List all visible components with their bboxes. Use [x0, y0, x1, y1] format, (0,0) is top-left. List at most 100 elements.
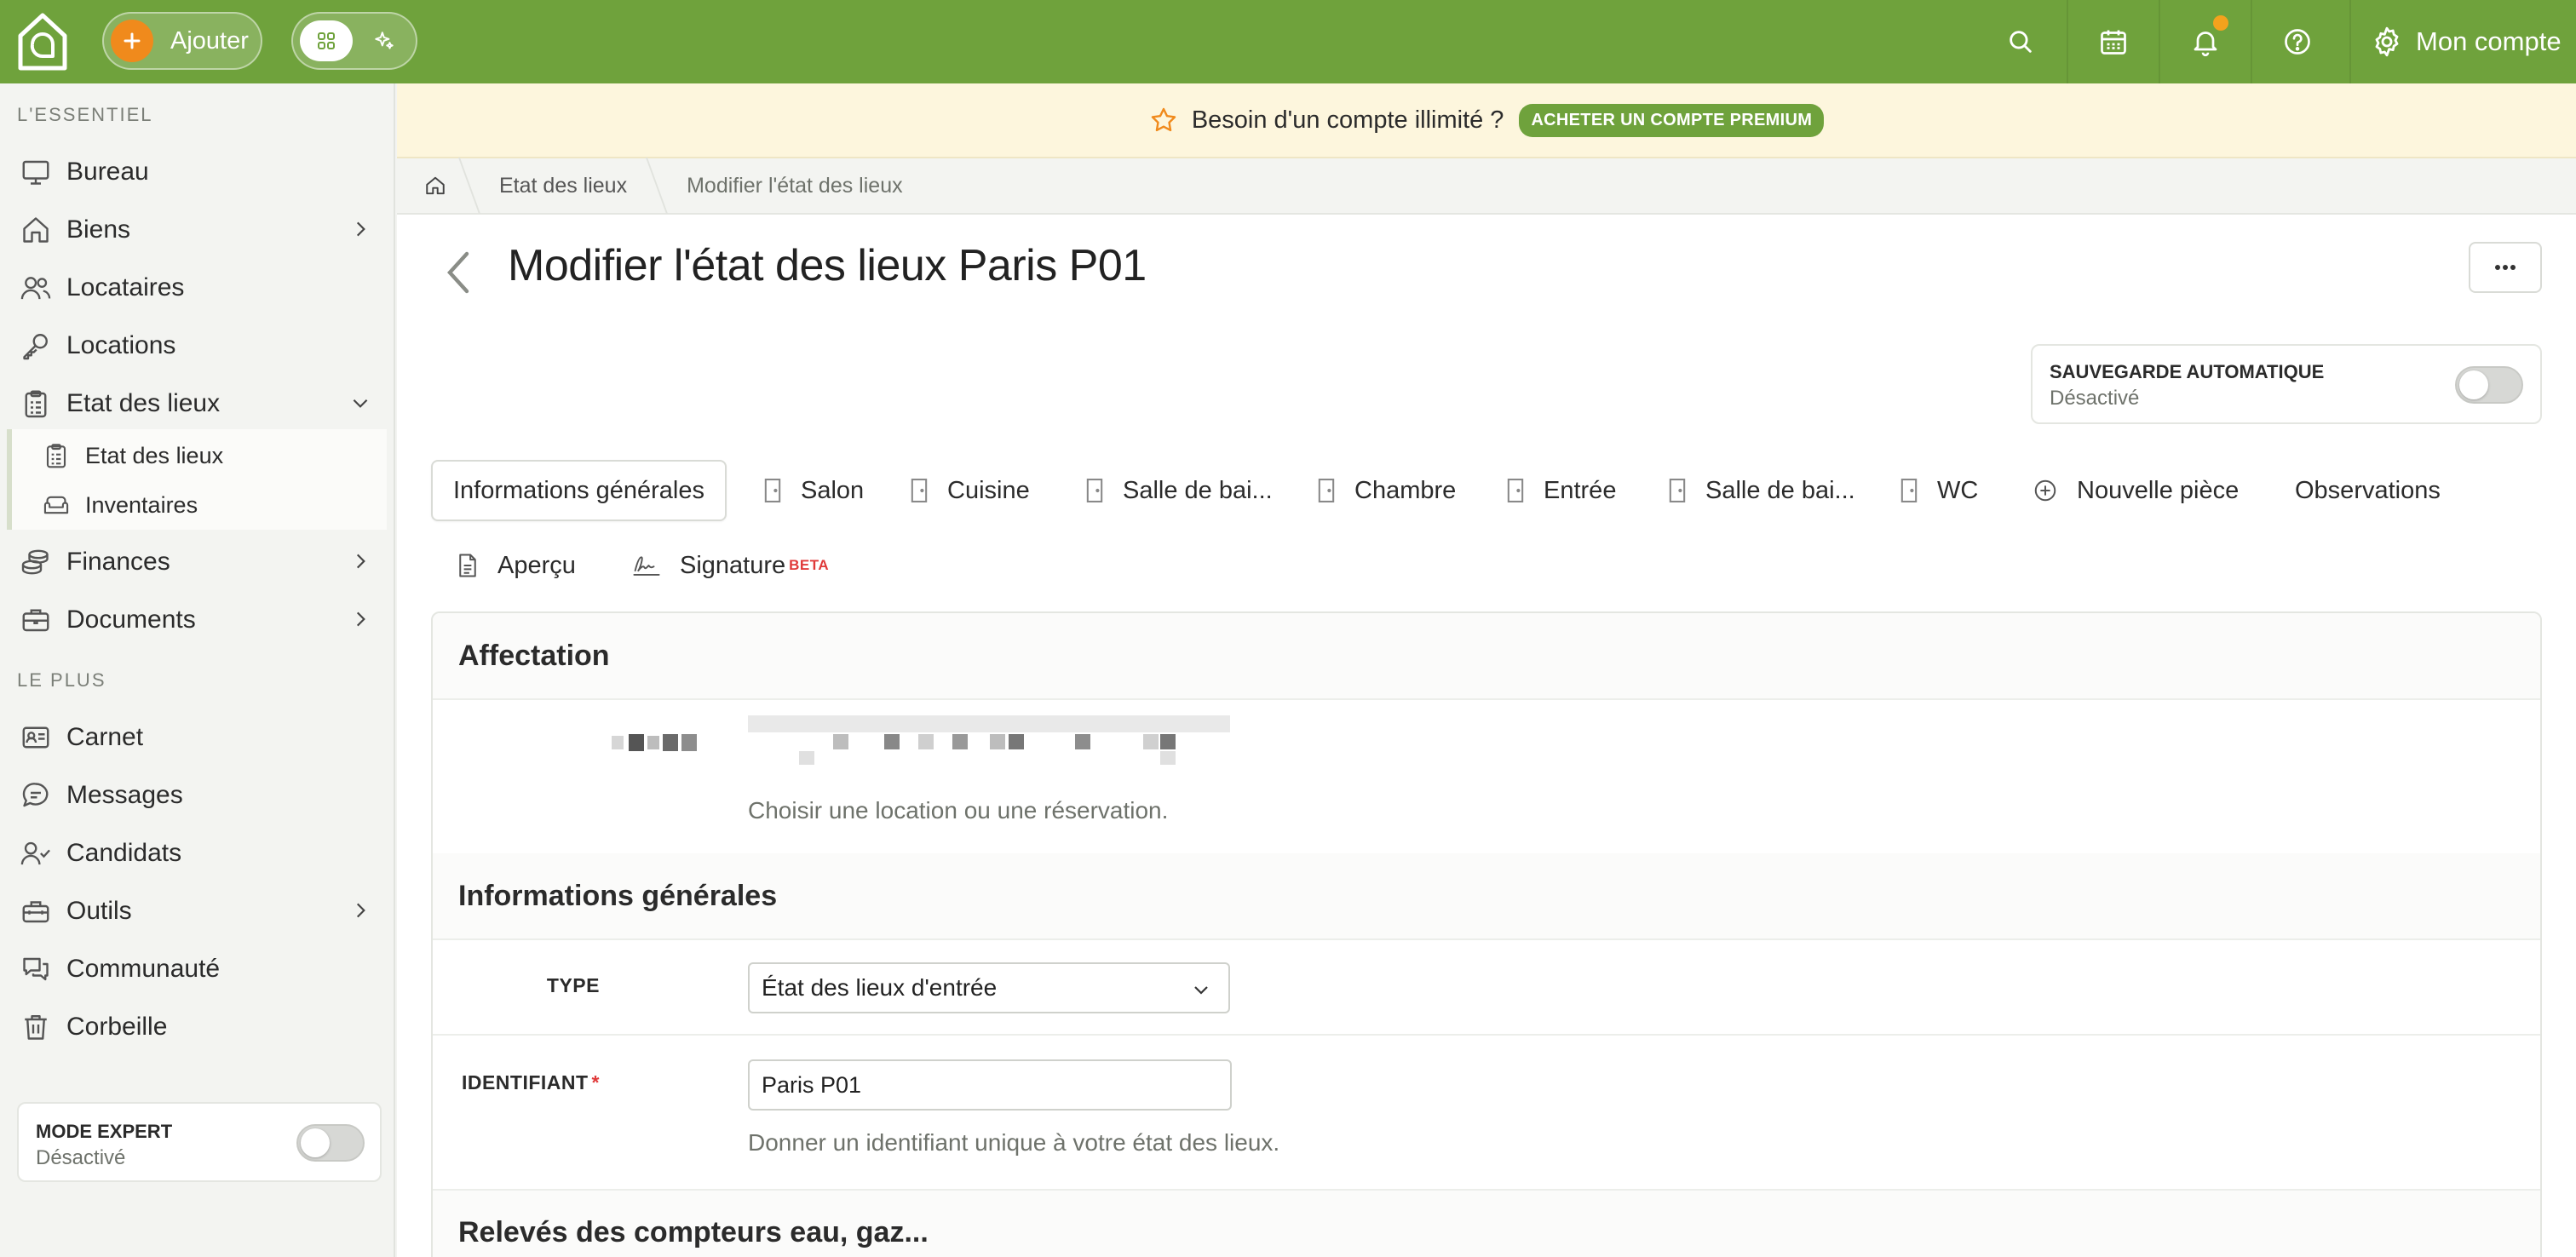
- signature-icon: [632, 553, 661, 578]
- identifiant-label: IDENTIFIANT *: [462, 1071, 600, 1094]
- door-icon: [1668, 478, 1687, 503]
- sidebar-item-label: Locataires: [66, 273, 185, 301]
- door-icon: [1317, 478, 1336, 503]
- beta-badge: BETA: [789, 557, 830, 573]
- premium-banner: Besoin d'un compte illimité ? ACHETER UN…: [397, 83, 2576, 158]
- sidebar-item-label: Biens: [66, 215, 131, 244]
- tab-label: Cuisine: [947, 476, 1030, 504]
- tab-apercu[interactable]: Aperçu: [457, 535, 576, 596]
- briefcase-icon: [19, 603, 53, 637]
- chevron-down-icon: [349, 392, 371, 414]
- breadcrumb: Etat des lieux Modifier l'état des lieux: [397, 158, 2576, 215]
- key-icon: [19, 329, 53, 363]
- contact-card-icon: [19, 720, 53, 755]
- sidebar-subitem-label: Etat des lieux: [85, 442, 224, 468]
- tab-label: Salle de bai...: [1705, 476, 1855, 504]
- search-icon[interactable]: [1975, 0, 2067, 83]
- home-icon: [424, 175, 446, 197]
- bell-icon[interactable]: [2159, 0, 2251, 83]
- more-options-button[interactable]: [2469, 242, 2542, 293]
- sidebar-item-communaute[interactable]: Communauté: [0, 942, 394, 996]
- calendar-icon[interactable]: [2067, 0, 2159, 83]
- tab-signature[interactable]: Signature BETA: [632, 535, 829, 596]
- tab-label: Signature: [680, 551, 786, 579]
- sidebar-subitem-inventaires[interactable]: Inventaires: [12, 480, 387, 530]
- breadcrumb-item-current: Modifier l'état des lieux: [687, 173, 903, 198]
- breadcrumb-home[interactable]: [397, 158, 469, 214]
- sidebar-item-messages[interactable]: Messages: [0, 768, 394, 823]
- sidebar-subitem-etat-des-lieux[interactable]: Etat des lieux: [12, 431, 387, 480]
- sidebar-item-label: Communauté: [66, 955, 221, 983]
- chevron-down-icon: [1191, 979, 1211, 1000]
- chats-icon: [19, 952, 53, 986]
- identifiant-label-text: IDENTIFIANT: [461, 1071, 589, 1093]
- back-arrow-icon[interactable]: [441, 249, 475, 296]
- autosave-title: SAUVEGARDE AUTOMATIQUE: [2050, 361, 2325, 382]
- tab-label: Aperçu: [497, 551, 576, 579]
- sidebar-item-bureau[interactable]: Bureau: [0, 145, 394, 199]
- home-logo-icon[interactable]: [15, 10, 70, 73]
- sidebar-item-label: Etat des lieux: [66, 389, 221, 417]
- coins-icon: [19, 545, 53, 579]
- type-label: TYPE: [546, 974, 600, 996]
- section-title-affectation: Affectation: [433, 613, 2540, 700]
- tab-entree[interactable]: Entrée: [1506, 460, 1616, 521]
- tab-wc[interactable]: WC: [1900, 460, 1978, 521]
- tab-chambre[interactable]: Chambre: [1317, 460, 1456, 521]
- notification-dot: [2213, 15, 2228, 31]
- door-icon: [1900, 478, 1918, 503]
- banner-text: Besoin d'un compte illimité ?: [1191, 106, 1504, 134]
- affectation-help: Choisir une location ou une réservation.: [748, 797, 1169, 824]
- tab-salle-de-bain-1[interactable]: Salle de bai...: [1085, 460, 1273, 521]
- section-title-releves-compteurs: Relevés des compteurs eau, gaz...: [433, 1189, 2540, 1257]
- gear-icon: [2351, 25, 2416, 59]
- expert-mode-toggle[interactable]: [296, 1124, 365, 1162]
- chevron-right-icon: [349, 899, 371, 921]
- required-asterisk: *: [591, 1071, 600, 1093]
- door-icon: [763, 478, 782, 503]
- top-bar: Ajouter Mon compte: [0, 0, 2576, 83]
- sidebar-item-carnet[interactable]: Carnet: [0, 710, 394, 765]
- sidebar-item-etat-des-lieux[interactable]: Etat des lieux: [0, 376, 394, 431]
- sidebar: L'ESSENTIEL Bureau Biens Locataires Loca…: [0, 83, 395, 1257]
- tab-cuisine[interactable]: Cuisine: [910, 460, 1030, 521]
- sidebar-item-outils[interactable]: Outils: [0, 884, 394, 938]
- expert-mode-title: MODE EXPERT: [36, 1121, 173, 1142]
- add-button[interactable]: Ajouter: [102, 12, 262, 70]
- view-mode-switch[interactable]: [291, 12, 417, 70]
- grid-icon[interactable]: [300, 20, 353, 61]
- tab-salon[interactable]: Salon: [763, 460, 864, 521]
- sparkles-icon[interactable]: [358, 20, 411, 61]
- tab-informations-generales[interactable]: Informations générales: [431, 460, 727, 521]
- toggle-knob: [2459, 370, 2488, 399]
- tab-nouvelle-piece[interactable]: Nouvelle pièce: [2033, 460, 2239, 521]
- sidebar-item-candidats[interactable]: Candidats: [0, 826, 394, 881]
- toolbox-icon: [19, 894, 53, 928]
- trash-icon: [19, 1010, 53, 1044]
- buy-premium-button[interactable]: ACHETER UN COMPTE PREMIUM: [1519, 103, 1825, 137]
- tab-label: Informations générales: [453, 476, 704, 504]
- identifiant-input[interactable]: [748, 1059, 1232, 1111]
- users-icon: [19, 271, 53, 305]
- account-menu[interactable]: Mon compte: [2349, 0, 2576, 83]
- redacted-location-select[interactable]: [748, 715, 1230, 766]
- sidebar-item-label: Bureau: [66, 158, 149, 186]
- type-select[interactable]: État des lieux d'entrée: [748, 962, 1230, 1013]
- help-icon[interactable]: [2251, 0, 2343, 83]
- sidebar-item-corbeille[interactable]: Corbeille: [0, 1000, 394, 1054]
- section-label-essentiel: L'ESSENTIEL: [17, 104, 153, 125]
- clipboard-icon: [41, 440, 72, 471]
- sidebar-item-finances[interactable]: Finances: [0, 535, 394, 589]
- sidebar-item-documents[interactable]: Documents: [0, 593, 394, 647]
- sidebar-item-locations[interactable]: Locations: [0, 319, 394, 373]
- tab-salle-de-bain-2[interactable]: Salle de bai...: [1668, 460, 1855, 521]
- breadcrumb-item-etat-des-lieux[interactable]: Etat des lieux: [470, 158, 656, 214]
- sidebar-item-biens[interactable]: Biens: [0, 203, 394, 257]
- plus-icon: [111, 20, 153, 62]
- sidebar-item-label: Documents: [66, 606, 196, 634]
- sidebar-item-locataires[interactable]: Locataires: [0, 261, 394, 315]
- section-title-informations-generales: Informations générales: [433, 853, 2540, 940]
- autosave-toggle[interactable]: [2455, 366, 2523, 404]
- chat-icon: [19, 778, 53, 812]
- tab-observations[interactable]: Observations: [2295, 460, 2441, 521]
